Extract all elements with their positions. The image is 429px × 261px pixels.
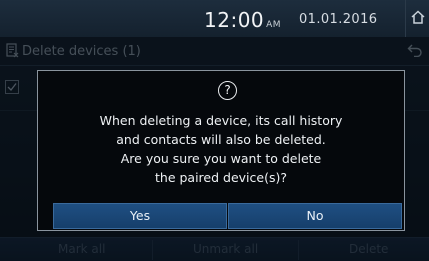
message-line: Are you sure you want to delete xyxy=(120,151,322,166)
clock-time: 12:00 xyxy=(204,8,265,32)
question-icon: ? xyxy=(218,81,237,100)
message-line: and contacts will also be deleted. xyxy=(116,132,326,147)
message-line: the paired device(s)? xyxy=(155,170,287,185)
home-button[interactable] xyxy=(405,0,429,37)
home-icon xyxy=(411,10,425,24)
dialog-message: When deleting a device, its call history… xyxy=(38,111,404,187)
no-button[interactable]: No xyxy=(228,203,402,229)
yes-button[interactable]: Yes xyxy=(53,203,227,229)
confirm-dialog: ? When deleting a device, its call histo… xyxy=(37,70,405,231)
message-line: When deleting a device, its call history xyxy=(99,113,343,128)
status-bar: 12:00 AM 01.01.2016 xyxy=(0,0,429,37)
screen: 12:00AM 01.01.2016 Delete devices (1) M xyxy=(0,0,429,261)
dialog-buttons: Yes No xyxy=(53,203,402,229)
clock: 12:00 AM xyxy=(204,8,281,32)
date-display: 01.01.2016 xyxy=(299,12,378,27)
clock-ampm: AM xyxy=(266,20,282,30)
